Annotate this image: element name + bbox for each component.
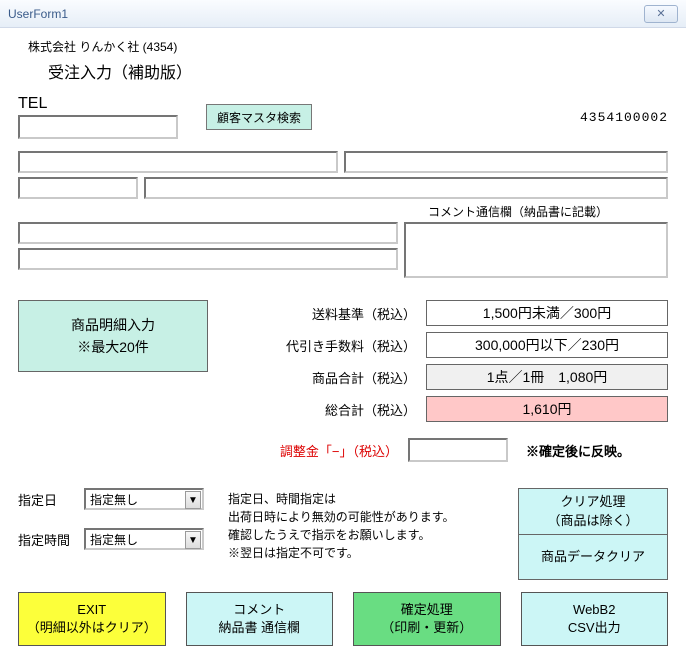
window-title: UserForm1 xyxy=(8,7,68,21)
exit-line2: （明細以外はクリア） xyxy=(27,619,157,637)
spec-time-value: 指定無し xyxy=(90,531,138,548)
exit-line1: EXIT xyxy=(77,601,106,619)
clear-line2: （商品は除く） xyxy=(547,512,638,530)
comment-line1: コメント xyxy=(233,601,285,619)
close-button[interactable]: ✕ xyxy=(644,5,678,23)
close-icon: ✕ xyxy=(656,7,665,20)
extra-field-1[interactable] xyxy=(18,222,398,244)
spec-time-combo[interactable]: 指定無し ▼ xyxy=(84,528,204,550)
cod-label: 代引き手数料（税込） xyxy=(236,336,426,355)
cod-value: 300,000円以下／230円 xyxy=(426,332,668,358)
chevron-down-icon: ▼ xyxy=(185,531,201,549)
clear-button[interactable]: クリア処理 （商品は除く） xyxy=(518,488,668,534)
webb2-line2: CSV出力 xyxy=(568,619,621,637)
tel-label: TEL xyxy=(18,95,198,113)
record-id: 4354100002 xyxy=(580,110,668,125)
spec-date-combo[interactable]: 指定無し ▼ xyxy=(84,488,204,510)
webb2-line1: WebB2 xyxy=(573,601,615,619)
confirm-button[interactable]: 確定処理 （印刷・更新） xyxy=(353,592,501,646)
exit-button[interactable]: EXIT （明細以外はクリア） xyxy=(18,592,166,646)
name-field[interactable] xyxy=(144,177,668,199)
comment-header-label: コメント通信欄（納品書に記載） xyxy=(428,203,668,220)
spec-date-label: 指定日 xyxy=(18,490,74,509)
extra-field-2[interactable] xyxy=(18,248,398,270)
address-field-1[interactable] xyxy=(18,151,338,173)
spec-note-2: 出荷日時により無効の可能性があります。 xyxy=(228,508,508,526)
address-field-2[interactable] xyxy=(344,151,668,173)
spec-note-1: 指定日、時間指定は xyxy=(228,490,508,508)
adjust-input[interactable] xyxy=(408,438,508,462)
subtotal-value: 1点／1冊 1,080円 xyxy=(426,364,668,390)
confirm-line2: （印刷・更新） xyxy=(381,619,472,637)
grand-value: 1,610円 xyxy=(426,396,668,422)
subtotal-label: 商品合計（税込） xyxy=(236,368,426,387)
spec-note-4: ※翌日は指定不可です。 xyxy=(228,544,508,562)
shipping-value: 1,500円未満／300円 xyxy=(426,300,668,326)
item-detail-line1: 商品明細入力 xyxy=(71,314,155,336)
zip-field[interactable] xyxy=(18,177,138,199)
adjust-label: 調整金「−」（税込） xyxy=(18,441,408,460)
shipping-label: 送料基準（税込） xyxy=(236,304,426,323)
company-label: 株式会社 りんかく社 (4354) xyxy=(28,38,668,55)
comment-textarea[interactable] xyxy=(404,222,668,278)
item-detail-line2: ※最大20件 xyxy=(77,336,149,358)
confirm-line1: 確定処理 xyxy=(401,601,453,619)
customer-search-button[interactable]: 顧客マスタ検索 xyxy=(206,104,312,130)
tel-input[interactable] xyxy=(18,115,178,139)
webb2-button[interactable]: WebB2 CSV出力 xyxy=(521,592,669,646)
chevron-down-icon: ▼ xyxy=(185,491,201,509)
screen-title: 受注入力（補助版） xyxy=(48,59,668,83)
item-detail-button[interactable]: 商品明細入力 ※最大20件 xyxy=(18,300,208,372)
clear-items-button[interactable]: 商品データクリア xyxy=(518,534,668,580)
spec-date-value: 指定無し xyxy=(90,491,138,508)
comment-button[interactable]: コメント 納品書 通信欄 xyxy=(186,592,334,646)
spec-note-3: 確認したうえで指示をお願いします。 xyxy=(228,526,508,544)
grand-label: 総合計（税込） xyxy=(236,400,426,419)
adjust-note: ※確定後に反映。 xyxy=(526,441,630,460)
clear-items-label: 商品データクリア xyxy=(541,548,645,566)
spec-time-label: 指定時間 xyxy=(18,530,74,549)
clear-line1: クリア処理 xyxy=(560,493,625,511)
comment-line2: 納品書 通信欄 xyxy=(218,619,300,637)
